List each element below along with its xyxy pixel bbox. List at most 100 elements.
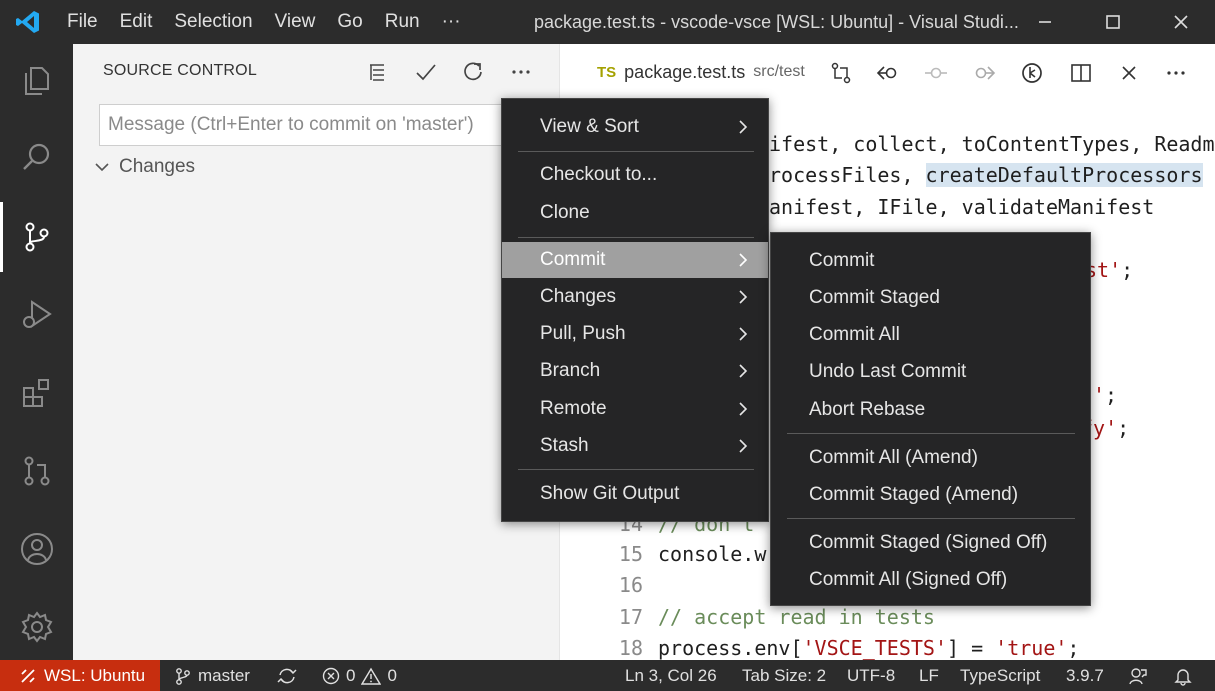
refresh-icon (464, 62, 482, 81)
problems-indicator[interactable]: 0 0 (322, 660, 397, 691)
warning-count: 0 (387, 665, 397, 685)
chevron-right-icon (739, 402, 748, 416)
close-icon (1174, 15, 1188, 29)
menu-item-show-git-output[interactable]: Show Git Output (502, 476, 768, 512)
branch-icon (176, 667, 190, 685)
menu-item-clone[interactable]: Clone (502, 195, 768, 231)
go-to-previous-change-button[interactable] (873, 58, 903, 88)
line-number: 18 (618, 636, 643, 660)
pull-requests-button[interactable] (0, 436, 73, 506)
more-actions-button[interactable] (507, 58, 535, 86)
menu-selection[interactable]: Selection (163, 11, 263, 33)
tree-list-icon (370, 64, 384, 81)
chevron-down-icon (95, 163, 109, 172)
file-history-button[interactable] (1017, 58, 1047, 88)
extensions-button[interactable] (0, 358, 73, 428)
menu-go[interactable]: Go (326, 11, 373, 33)
menu-item-commit-all-amend[interactable]: Commit All (Amend) (771, 440, 1090, 476)
changes-group-header[interactable]: Changes (93, 156, 195, 178)
next-change-icon (975, 66, 996, 80)
eol-indicator[interactable]: LF (919, 660, 939, 691)
search-button[interactable] (0, 122, 73, 192)
menu-item-remote[interactable]: Remote (502, 391, 768, 427)
close-editor-button[interactable] (1114, 58, 1144, 88)
commit-message-input[interactable]: Message (Ctrl+Enter to commit on 'master… (99, 104, 519, 146)
menu-item-commit-staged-signed-off[interactable]: Commit Staged (Signed Off) (771, 525, 1090, 561)
typescript-version[interactable]: 3.9.7 (1066, 660, 1104, 691)
warning-icon (361, 667, 382, 685)
menu-file[interactable]: File (56, 11, 109, 33)
menu-item-commit-staged-amend[interactable]: Commit Staged (Amend) (771, 477, 1090, 513)
remote-label: WSL: Ubuntu (44, 665, 146, 685)
tab-filepath: src/test (753, 63, 805, 80)
status-bar: WSL: Ubuntu master 0 0 Ln 3, Col 26 Tab … (0, 660, 1215, 691)
menu-item-checkout-to[interactable]: Checkout to... (502, 157, 768, 193)
pull-request-icon (24, 456, 49, 486)
menu-run[interactable]: Run (374, 11, 431, 33)
sync-icon (277, 668, 297, 683)
menu-item-commit-all[interactable]: Commit All (771, 317, 1090, 353)
editor-tab-bar: TS package.test.ts src/test (561, 44, 1215, 100)
accounts-button[interactable] (0, 514, 73, 584)
explorer-button[interactable] (0, 46, 73, 116)
commit-checkmark-button[interactable] (412, 58, 440, 86)
menu-item-stash[interactable]: Stash (502, 428, 768, 464)
menu-item-branch[interactable]: Branch (502, 353, 768, 389)
changes-label: Changes (119, 156, 196, 177)
encoding-indicator[interactable]: UTF-8 (847, 660, 895, 691)
menu-view[interactable]: View (264, 11, 327, 33)
menu-item-label: Branch (540, 360, 601, 381)
tab-size-indicator[interactable]: Tab Size: 2 (742, 660, 826, 691)
commit-submenu: Commit Commit Staged Commit All Undo Las… (770, 232, 1091, 606)
menu-item-label: Commit All (Amend) (809, 447, 978, 468)
minimize-icon (1039, 21, 1051, 23)
view-as-tree-button[interactable] (363, 58, 391, 86)
tab-package-test[interactable]: TS package.test.ts src/test (561, 44, 805, 100)
menu-item-view-sort[interactable]: View & Sort (502, 109, 768, 145)
run-debug-button[interactable] (0, 280, 73, 350)
cursor-position[interactable]: Ln 3, Col 26 (625, 660, 717, 691)
open-changes-button[interactable] (826, 58, 856, 88)
typescript-file-icon: TS (597, 63, 617, 81)
feedback-icon (1129, 667, 1147, 684)
source-control-more-actions-menu: View & Sort Checkout to... Clone Commit … (501, 98, 769, 522)
line-number: 15 (618, 542, 643, 566)
menu-more[interactable]: ··· (431, 11, 472, 33)
close-window-button[interactable] (1146, 0, 1215, 44)
chevron-right-icon (739, 439, 748, 453)
error-count: 0 (346, 665, 356, 685)
refresh-button[interactable] (459, 58, 487, 86)
menu-edit[interactable]: Edit (109, 11, 164, 33)
menu-item-pull-push[interactable]: Pull, Push (502, 316, 768, 352)
branch-name: master (198, 665, 250, 685)
language-mode[interactable]: TypeScript (960, 660, 1040, 691)
menu-item-label: Commit (809, 250, 875, 271)
minimize-button[interactable] (1010, 0, 1080, 44)
commit-graph-button[interactable] (921, 58, 951, 88)
menu-item-undo-last-commit[interactable]: Undo Last Commit (771, 354, 1090, 390)
menu-item-abort-rebase[interactable]: Abort Rebase (771, 392, 1090, 428)
error-icon (322, 667, 340, 684)
menu-item-commit-staged[interactable]: Commit Staged (771, 280, 1090, 316)
menu-item-label: View & Sort (540, 116, 639, 137)
menu-item-commit[interactable]: Commit (502, 242, 768, 278)
branch-indicator[interactable]: master (174, 660, 250, 691)
feedback-button[interactable] (1128, 660, 1148, 691)
ellipsis-icon (512, 70, 530, 74)
account-icon (20, 533, 53, 565)
remote-indicator[interactable]: WSL: Ubuntu (0, 660, 160, 691)
menu-item-commit[interactable]: Commit (771, 243, 1090, 279)
menu-item-label: Undo Last Commit (809, 361, 967, 382)
source-control-button[interactable] (0, 202, 73, 272)
menu-item-commit-all-signed-off[interactable]: Commit All (Signed Off) (771, 562, 1090, 598)
history-icon (1022, 63, 1042, 83)
maximize-button[interactable] (1078, 0, 1148, 44)
menu-item-changes[interactable]: Changes (502, 279, 768, 315)
split-editor-button[interactable] (1066, 58, 1096, 88)
editor-more-actions-button[interactable] (1161, 58, 1191, 88)
notifications-button[interactable] (1173, 660, 1193, 691)
code-line: console.w (658, 542, 767, 566)
go-to-next-change-button[interactable] (969, 58, 999, 88)
sync-button[interactable] (276, 660, 298, 691)
manage-button[interactable] (0, 592, 73, 662)
